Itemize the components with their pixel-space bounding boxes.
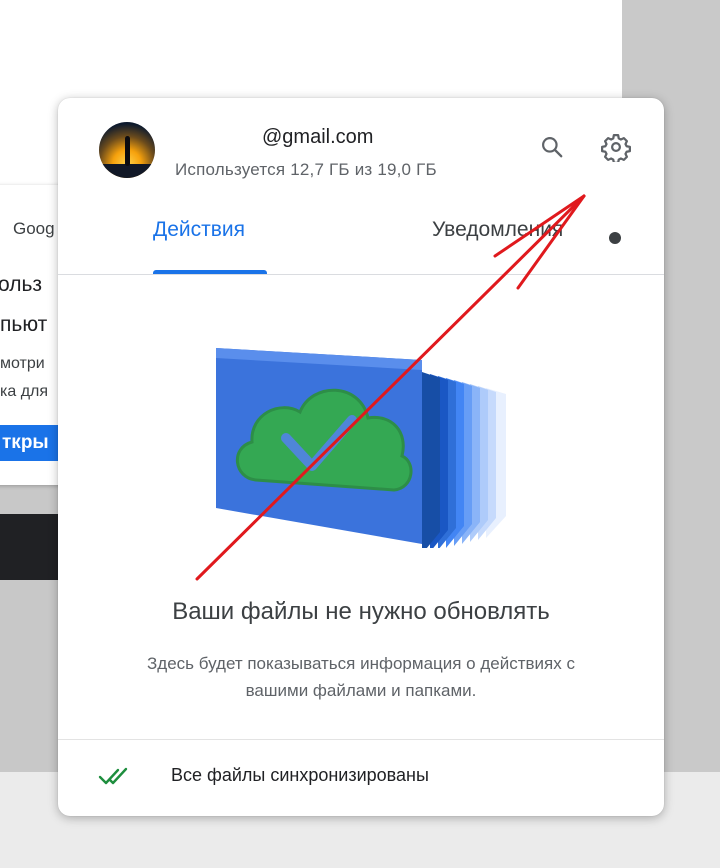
sync-status-text: Все файлы синхронизированы xyxy=(171,765,429,785)
footer-divider xyxy=(58,739,664,740)
status-description: Здесь будет показываться информация о де… xyxy=(147,654,575,700)
notification-dot xyxy=(609,232,621,244)
avatar-figure xyxy=(125,136,130,166)
background-text-line: пьют xyxy=(0,313,48,336)
background-google-label: Goog xyxy=(13,219,55,238)
avatar-ground xyxy=(99,164,155,178)
storage-usage: Используется 12,7 ГБ из 19,0 ГБ xyxy=(175,160,437,179)
account-email: @gmail.com xyxy=(262,126,374,148)
background-dark-panel xyxy=(0,514,62,580)
stacked-pages xyxy=(422,372,506,548)
background-open-button[interactable]: ткры xyxy=(0,425,60,461)
gear-icon xyxy=(601,134,631,162)
double-check-icon xyxy=(98,767,128,785)
tab-notifications[interactable]: Уведомления xyxy=(432,218,563,258)
avatar[interactable] xyxy=(99,122,155,178)
search-button[interactable] xyxy=(534,129,570,165)
tab-actions[interactable]: Действия xyxy=(153,218,245,258)
background-text-line: ольз xyxy=(0,273,43,296)
search-icon xyxy=(542,137,563,158)
background-text-line: мотри xyxy=(0,355,45,372)
settings-button[interactable] xyxy=(598,129,634,165)
status-headline: Ваши файлы не нужно обновлять xyxy=(172,598,550,625)
drive-sync-popup: @gmail.com Используется 12,7 ГБ из 19,0 … xyxy=(58,98,664,816)
cloud-sync-illustration xyxy=(216,348,506,548)
tab-divider xyxy=(58,274,664,275)
background-text-line: ка для xyxy=(0,383,49,400)
